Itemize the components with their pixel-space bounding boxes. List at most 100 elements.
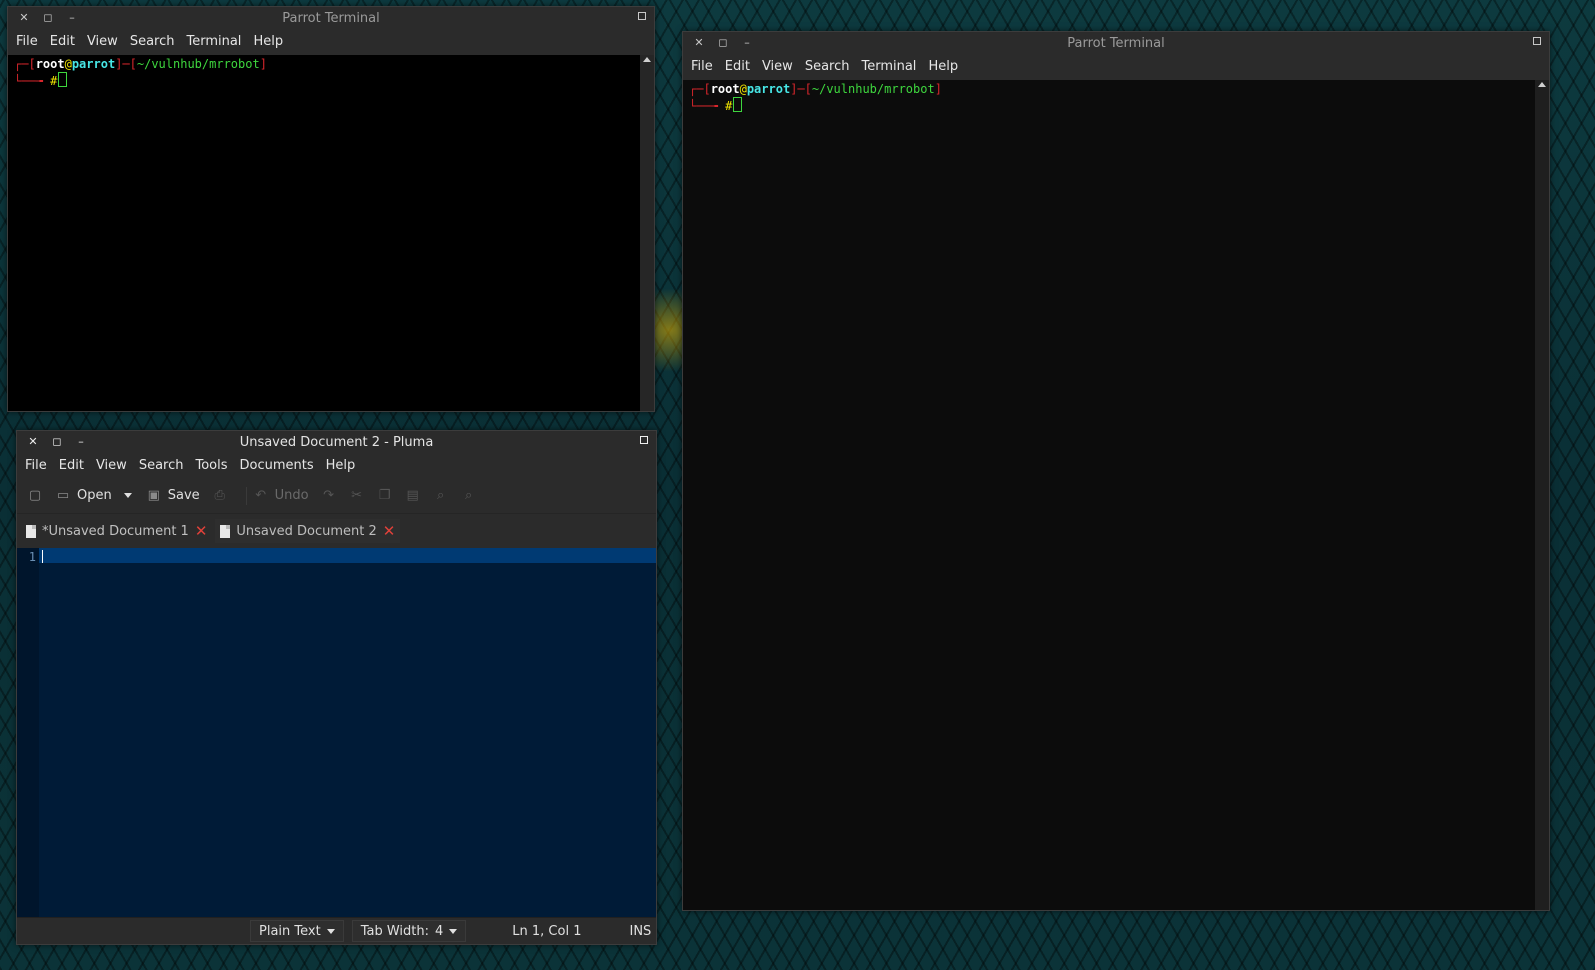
minimize-icon[interactable]: – [741, 37, 753, 49]
tab-width-label: Tab Width: [360, 923, 429, 939]
menu-edit[interactable]: Edit [53, 458, 90, 473]
line-number-gutter: 1 [17, 548, 39, 917]
window-title: Parrot Terminal [1067, 35, 1165, 51]
replace-button[interactable]: ⌕ [461, 488, 477, 504]
find-replace-icon: ⌕ [464, 487, 473, 503]
maximize-icon[interactable]: ◻ [42, 12, 54, 24]
search-icon: ⌕ [436, 487, 445, 503]
menu-view[interactable]: View [90, 458, 133, 473]
maximize-icon[interactable]: ◻ [51, 436, 63, 448]
restore-icon[interactable] [638, 12, 646, 20]
redo-button[interactable]: ↷ [321, 488, 337, 504]
new-document-icon: ▢ [28, 487, 42, 503]
prompt-input-line: └──╼ # [689, 97, 743, 113]
menu-search[interactable]: Search [799, 59, 856, 74]
scroll-up-icon[interactable] [643, 57, 651, 62]
menu-help[interactable]: Help [320, 458, 362, 473]
text-editor[interactable]: 1 [17, 548, 656, 917]
terminal-output[interactable]: ┌─[root@parrot]─[~/vulnhub/mrrobot] └──╼… [683, 80, 1549, 910]
statusbar: Plain Text Tab Width: 4 Ln 1, Col 1 INS [17, 917, 656, 944]
close-icon[interactable]: ✕ [18, 12, 30, 24]
titlebar[interactable]: ✕ ◻ – Parrot Terminal [8, 7, 654, 29]
undo-label: Undo [274, 488, 309, 503]
tab-unsaved-document-1[interactable]: *Unsaved Document 1 ✕ [21, 519, 212, 543]
minimize-icon[interactable]: – [75, 436, 87, 448]
menu-documents[interactable]: Documents [234, 458, 320, 473]
new-document-button[interactable]: ▢ [27, 488, 43, 504]
undo-button[interactable]: ↶ Undo [253, 487, 309, 504]
close-icon[interactable]: ✕ [693, 37, 705, 49]
chevron-down-icon [326, 928, 335, 934]
menu-terminal[interactable]: Terminal [180, 34, 247, 49]
close-tab-icon[interactable]: ✕ [383, 524, 396, 539]
close-tab-icon[interactable]: ✕ [195, 524, 208, 539]
titlebar[interactable]: ✕ ◻ – Parrot Terminal [683, 32, 1549, 54]
menu-file[interactable]: File [685, 59, 719, 74]
language-label: Plain Text [259, 923, 321, 939]
save-button[interactable]: ▣ Save [146, 488, 200, 504]
scrollbar[interactable] [640, 55, 654, 411]
menu-file[interactable]: File [19, 458, 53, 473]
titlebar[interactable]: ✕ ◻ – Unsaved Document 2 - Pluma [17, 431, 656, 453]
chevron-down-icon [449, 928, 458, 934]
scroll-up-icon[interactable] [1538, 82, 1546, 87]
menubar: File Edit View Search Terminal Help [683, 54, 1549, 79]
window-title: Parrot Terminal [282, 10, 380, 26]
tab-label: *Unsaved Document 1 [42, 523, 189, 539]
minimize-icon[interactable]: – [66, 12, 78, 24]
menu-search[interactable]: Search [133, 458, 190, 473]
print-icon: ⎙ [214, 487, 225, 503]
menu-view[interactable]: View [81, 34, 124, 49]
menu-help[interactable]: Help [247, 34, 289, 49]
terminal-output[interactable]: ┌─[root@parrot]─[~/vulnhub/mrrobot] └──╼… [8, 55, 654, 411]
open-dropdown-button[interactable] [123, 493, 132, 498]
line-number: 1 [28, 550, 36, 564]
tab-width-select[interactable]: Tab Width: 4 [351, 920, 467, 942]
scrollbar[interactable] [1535, 80, 1549, 910]
document-icon [220, 524, 231, 538]
prompt-line: ┌─[root@parrot]─[~/vulnhub/mrrobot] [14, 57, 267, 71]
menubar: File Edit View Search Tools Documents He… [17, 453, 656, 478]
current-line-highlight [39, 548, 656, 563]
print-button[interactable]: ⎙ [212, 488, 228, 504]
menu-help[interactable]: Help [922, 59, 964, 74]
menu-edit[interactable]: Edit [44, 34, 81, 49]
redo-icon: ↷ [323, 487, 335, 503]
restore-icon[interactable] [640, 436, 648, 444]
menu-file[interactable]: File [10, 34, 44, 49]
document-tabs: *Unsaved Document 1 ✕ Unsaved Document 2… [17, 514, 656, 543]
pluma-window[interactable]: ✕ ◻ – Unsaved Document 2 - Pluma File Ed… [16, 430, 657, 945]
terminal-window-right[interactable]: ✕ ◻ – Parrot Terminal File Edit View Sea… [682, 31, 1550, 911]
cut-button[interactable]: ✂ [349, 488, 365, 504]
menu-terminal[interactable]: Terminal [855, 59, 922, 74]
terminal-window-left[interactable]: ✕ ◻ – Parrot Terminal File Edit View Sea… [7, 6, 655, 412]
find-button[interactable]: ⌕ [433, 488, 449, 504]
prompt-input-line: └──╼ # [14, 72, 68, 88]
menubar: File Edit View Search Terminal Help [8, 29, 654, 54]
menu-edit[interactable]: Edit [719, 59, 756, 74]
save-icon: ▣ [147, 487, 160, 503]
tab-unsaved-document-2[interactable]: Unsaved Document 2 ✕ [215, 519, 401, 543]
menu-tools[interactable]: Tools [189, 458, 233, 473]
terminal-cursor [58, 72, 68, 87]
open-button[interactable]: ▭ Open [55, 488, 112, 504]
menu-search[interactable]: Search [124, 34, 181, 49]
text-caret [42, 550, 43, 563]
window-title: Unsaved Document 2 - Pluma [239, 434, 434, 450]
maximize-icon[interactable]: ◻ [717, 37, 729, 49]
menu-view[interactable]: View [756, 59, 799, 74]
open-label: Open [77, 488, 112, 503]
undo-icon: ↶ [255, 487, 267, 503]
tab-label: Unsaved Document 2 [236, 523, 377, 539]
folder-icon: ▭ [56, 487, 70, 503]
close-icon[interactable]: ✕ [27, 436, 39, 448]
terminal-cursor [733, 97, 743, 112]
save-label: Save [167, 488, 200, 503]
restore-icon[interactable] [1533, 37, 1541, 45]
prompt-line: ┌─[root@parrot]─[~/vulnhub/mrrobot] [689, 82, 942, 96]
paste-button[interactable]: ▤ [405, 488, 421, 504]
copy-button[interactable]: ❐ [377, 488, 393, 504]
copy-icon: ❐ [378, 487, 391, 503]
toolbar-separator [245, 486, 247, 505]
language-select[interactable]: Plain Text [250, 920, 344, 942]
